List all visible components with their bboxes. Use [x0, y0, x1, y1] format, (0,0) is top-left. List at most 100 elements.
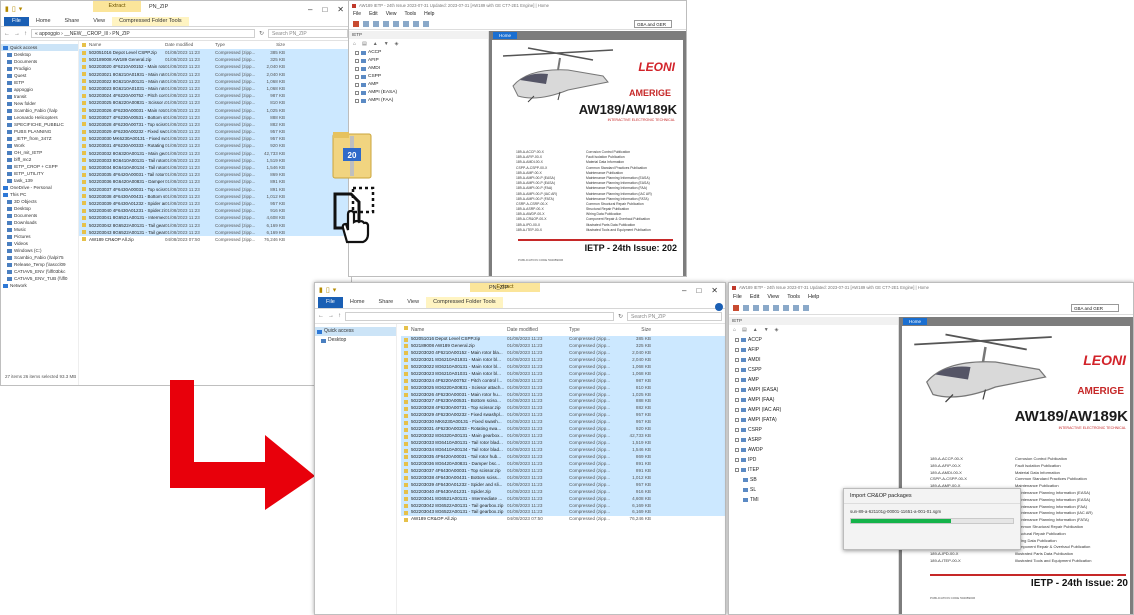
tree-node[interactable]: SB — [729, 475, 898, 485]
forward-icon[interactable] — [373, 20, 379, 27]
minimize-button[interactable]: – — [308, 5, 312, 14]
expand-icon[interactable] — [735, 438, 739, 442]
file-row[interactable]: 502051016 Depot Level CSPP.zip 01/08/2023… — [79, 49, 351, 57]
grid-icon[interactable] — [423, 20, 429, 27]
close-button[interactable]: ✕ — [337, 5, 344, 14]
nav-item[interactable]: IETP_CROP + CSPP — [1, 163, 78, 170]
nav-item[interactable]: blff_mc2 — [1, 156, 78, 163]
nav-item[interactable]: Pictures — [1, 233, 78, 240]
tree-expand-icon[interactable]: ▤ — [742, 327, 747, 333]
nav-item[interactable]: IETP — [1, 79, 78, 86]
forward-icon[interactable] — [753, 305, 759, 311]
tree-node[interactable]: AMP — [349, 81, 488, 89]
nav-item[interactable]: OH_mit_IETP — [1, 149, 78, 156]
forward-icon[interactable]: → — [328, 313, 334, 319]
search-icon[interactable] — [773, 305, 779, 311]
bookmark-icon[interactable] — [403, 20, 409, 27]
expand-icon[interactable] — [355, 51, 359, 55]
publication-row[interactable]: 189-A-AFIP-00-X Fault Isolation Publicati… — [930, 463, 1125, 470]
tree-node[interactable]: AMPI (FAA) — [729, 395, 898, 405]
expand-icon[interactable] — [735, 388, 739, 392]
nav-item[interactable]: Quick access — [315, 327, 396, 336]
ribbon-tab[interactable]: View — [400, 296, 426, 308]
nav-item[interactable]: PUBS PLANNING — [1, 128, 78, 135]
tree-node[interactable]: AMPI (EASA) — [349, 89, 488, 97]
file-row[interactable]: 502051016 Depot Level CSPP.zip 01/08/2023… — [401, 336, 725, 343]
tree-filter-icon[interactable]: ◈ — [395, 41, 399, 47]
back-icon[interactable] — [363, 20, 369, 27]
nav-item[interactable]: transit — [1, 93, 78, 100]
tree-node[interactable]: AMPI (IAC AR) — [729, 405, 898, 415]
column-header[interactable]: Type — [215, 41, 259, 49]
tree-node[interactable]: CSPP — [349, 73, 488, 81]
nav-item[interactable]: SPECIFICHE_PUBBLIC — [1, 121, 78, 128]
nav-item[interactable]: Scambio_Fabio (\\alpi75 — [1, 254, 78, 261]
ribbon-tab[interactable]: File — [318, 296, 343, 308]
menu-item[interactable]: File — [733, 292, 742, 302]
file-row[interactable]: 502203038 4F6430A00431 - Bottom sciss...… — [401, 474, 725, 482]
file-row[interactable]: 502203039 4F6430A01232 - Spider and sli.… — [79, 199, 351, 208]
file-row[interactable]: 502203042 8G6522A00131 - Tail gearbox.zi… — [79, 221, 351, 229]
forward-icon[interactable]: → — [14, 31, 20, 37]
tree-node[interactable]: AMDI — [729, 355, 898, 365]
file-row[interactable]: 502203022 8G6210A00131 - Main rotor bl..… — [401, 363, 725, 371]
back-icon[interactable]: ← — [4, 31, 10, 37]
file-row[interactable]: 502203020 4F6210A00152 - Main rotor bla.… — [401, 349, 725, 357]
nav-item[interactable]: Documents — [1, 58, 78, 65]
file-row[interactable]: 502203042 8G6522A00131 - Tail gearbox.zi… — [401, 502, 725, 510]
column-header[interactable]: Type — [569, 324, 621, 336]
refresh-icon[interactable]: ↻ — [618, 313, 623, 320]
column-header[interactable]: Name — [401, 324, 507, 336]
bookmark-icon[interactable] — [783, 305, 789, 311]
minimize-button[interactable]: – — [682, 286, 686, 295]
tree-node[interactable]: AMP — [729, 375, 898, 385]
file-row[interactable]: 502203031 4F6230A00333 - Rotating swa...… — [401, 426, 725, 434]
tree-node[interactable]: IPD — [729, 455, 898, 465]
file-row[interactable]: 502203043 8G6522A00131 - Tail gearbox.zi… — [79, 228, 351, 236]
search-icon[interactable] — [393, 20, 399, 27]
ribbon-tab[interactable]: Compressed Folder Tools — [426, 296, 503, 308]
tree-node[interactable]: ITEP — [729, 465, 898, 475]
menu-item[interactable]: Help — [424, 10, 434, 18]
tab-home[interactable]: Home — [493, 32, 517, 39]
file-row[interactable]: 502203024 4F6220A00752 - Pitch control l… — [79, 92, 351, 100]
tree-node[interactable]: AMPI (FAA) — [349, 97, 488, 105]
quick-access-toolbar[interactable]: ▮ ▯ ▾ — [315, 286, 387, 294]
menu-item[interactable]: View — [767, 292, 779, 302]
column-header[interactable]: Date modified — [507, 324, 569, 336]
nav-item[interactable]: Desktop — [1, 205, 78, 212]
file-row[interactable]: 502203027 4F6230A00531 - Bottom sciso...… — [401, 398, 725, 406]
expand-icon[interactable] — [735, 398, 739, 402]
nav-item[interactable]: Desktop — [315, 336, 396, 345]
nav-item[interactable]: _IETP_from_347Z — [1, 135, 78, 142]
tree-down-icon[interactable]: ▼ — [384, 41, 389, 47]
home-icon[interactable] — [353, 20, 359, 27]
nav-item[interactable]: Windows (C:) — [1, 247, 78, 254]
nav-item[interactable]: Downloads — [1, 219, 78, 226]
up-icon[interactable]: ↑ — [338, 313, 341, 319]
tree-home-icon[interactable]: ⌂ — [733, 327, 736, 333]
nav-item[interactable]: Network — [1, 282, 78, 289]
nav-item[interactable]: OneDrive - Personal — [1, 184, 78, 191]
ribbon-tab[interactable]: View — [86, 16, 112, 26]
tree-node[interactable]: AMPI (EASA) — [729, 385, 898, 395]
nav-item[interactable]: Scambio_Fabio (\\alp — [1, 107, 78, 114]
ribbon-tab[interactable]: Compressed Folder Tools — [112, 16, 189, 26]
file-row[interactable]: 502203034 8G6410A00134 - Tail rotor blad… — [79, 164, 351, 172]
tree-down-icon[interactable]: ▼ — [764, 327, 769, 333]
file-row[interactable]: 502203021 8G6210A01931 - Main rotor bl..… — [79, 70, 351, 78]
file-row[interactable]: 502189008 AW189 General.zip 01/08/2023 11… — [79, 56, 351, 64]
tree-node[interactable]: CSPP — [729, 365, 898, 375]
language-select[interactable]: GBA and GER — [634, 20, 672, 28]
file-row[interactable]: 502203031 4F6230A00333 - Rotating swa...… — [79, 142, 351, 150]
nav-item[interactable]: task_139 — [1, 177, 78, 184]
expand-icon[interactable] — [735, 358, 739, 362]
file-row[interactable]: 502203035 4F6420A00031 - Tail rotor hub.… — [79, 171, 351, 179]
tree-node[interactable]: AMPI (FATA) — [729, 415, 898, 425]
tree-node[interactable]: ACCP — [729, 335, 898, 345]
file-row[interactable]: 502203022 8G6210A00131 - Main rotor bl..… — [79, 77, 351, 85]
nav-item[interactable]: IETP_UTILITY — [1, 170, 78, 177]
publication-row[interactable]: 189-A-ITEP-00-X Illustrated Tools and Equ… — [516, 228, 676, 233]
menu-item[interactable]: Tools — [404, 10, 416, 18]
file-row[interactable]: 502203025 8G6220A00831 - Scissor attach.… — [401, 384, 725, 392]
